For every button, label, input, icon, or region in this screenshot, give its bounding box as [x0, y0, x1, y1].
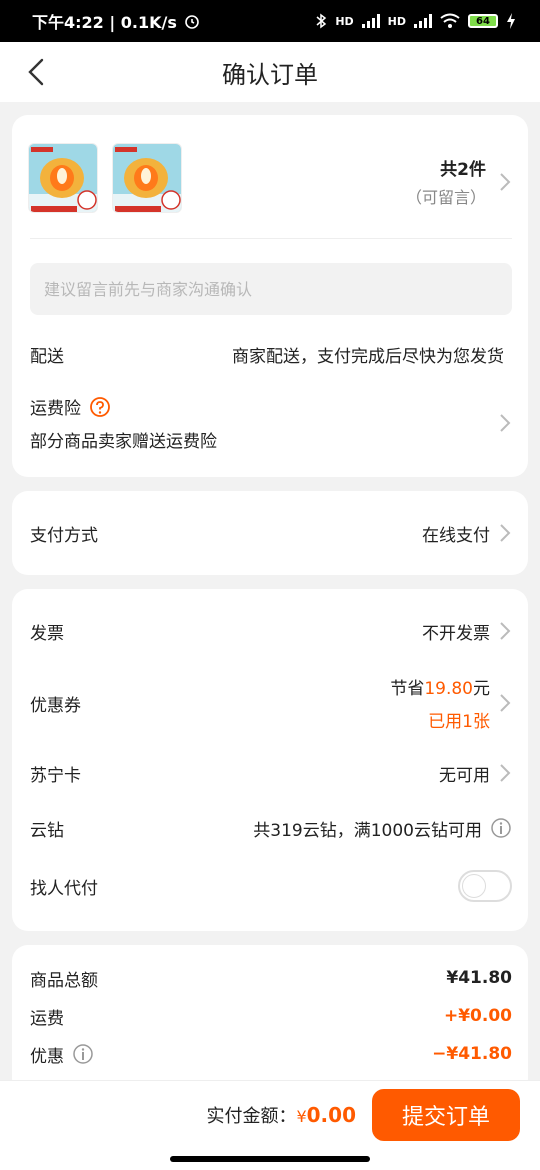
invoice-row[interactable]: 发票 不开发票 — [30, 617, 512, 645]
item-count[interactable]: 共2件 （可留言） — [406, 155, 512, 208]
coupon-label: 优惠券 — [30, 695, 81, 716]
bluetooth-icon — [316, 13, 327, 29]
pay-for-me-row: 找人代付 — [30, 869, 512, 903]
chevron-right-icon — [500, 172, 511, 191]
battery-icon: 64 — [468, 14, 498, 28]
signal-icon-1 — [361, 14, 380, 28]
goods-total-value: ¥41.80 — [446, 968, 512, 988]
discount-row: 优惠 −¥41.80 — [30, 1041, 512, 1067]
diamond-row: 云钻 共319云钻，满1000云钻可用 — [30, 814, 512, 842]
item-count-label: 共2件 — [440, 160, 486, 180]
status-time: 下午4:22 | 0.1K/s — [32, 13, 177, 32]
submit-order-button[interactable]: 提交订单 — [372, 1088, 520, 1141]
order-note-input[interactable] — [30, 263, 512, 315]
pay-amount: ¥0.00 — [296, 1103, 356, 1127]
shipping-label: 运费 — [30, 1008, 64, 1029]
product-image — [29, 144, 97, 212]
suning-card-label: 苏宁卡 — [30, 765, 81, 786]
diamond-value: 共319云钻，满1000云钻可用 — [253, 820, 482, 841]
invoice-value: 不开发票 — [422, 623, 490, 644]
chevron-right-icon — [500, 622, 511, 640]
delivery-label: 配送 — [30, 346, 64, 367]
insurance-label: 运费险 — [30, 399, 81, 419]
chevron-right-icon — [500, 524, 511, 542]
product-thumbnail[interactable] — [28, 143, 98, 213]
payment-method-value: 在线支付 — [422, 525, 490, 546]
discount-label: 优惠 — [30, 1046, 64, 1067]
page-header: 确认订单 — [0, 42, 540, 102]
chevron-right-icon — [500, 694, 511, 712]
pay-amount-label: 实付金额： — [206, 1105, 297, 1127]
product-image — [113, 144, 181, 212]
chevron-right-icon — [500, 414, 511, 432]
hd-label-2: HD — [387, 14, 406, 28]
goods-total-row: 商品总额 ¥41.80 — [30, 965, 512, 991]
goods-total-label: 商品总额 — [30, 970, 98, 991]
coupon-used: 已用1张 — [428, 712, 490, 732]
pay-for-me-label: 找人代付 — [30, 878, 98, 899]
insurance-row[interactable]: 运费险 部分商品卖家赠送运费险 — [30, 391, 512, 455]
order-card: 共2件 （可留言） 配送 商家配送，支付完成后尽快为您发货 运费险 部分商品卖家… — [12, 115, 528, 477]
invoice-label: 发票 — [30, 623, 64, 644]
toggle-knob — [462, 874, 486, 898]
delivery-row: 配送 商家配送，支付完成后尽快为您发货 — [30, 341, 512, 367]
pay-currency: ¥ — [296, 1106, 307, 1126]
coupon-save-suffix: 元 — [473, 679, 490, 699]
diamond-label: 云钻 — [30, 820, 64, 841]
options-card: 发票 不开发票 优惠券 节省19.80元 已用1张 苏宁卡 无可用 云钻 共31… — [12, 589, 528, 931]
divider — [30, 238, 512, 239]
signal-icon-2 — [414, 14, 432, 28]
insurance-desc: 部分商品卖家赠送运费险 — [30, 432, 217, 452]
payment-method-row[interactable]: 支付方式 在线支付 — [30, 519, 512, 547]
charging-icon — [507, 13, 515, 29]
wifi-icon — [440, 13, 460, 28]
suning-card-value: 无可用 — [439, 765, 490, 786]
pay-amount-value: 0.00 — [306, 1102, 356, 1127]
page-title: 确认订单 — [222, 60, 318, 89]
help-icon[interactable] — [89, 396, 111, 418]
pay-for-me-toggle[interactable] — [458, 870, 512, 902]
payment-card: 支付方式 在线支付 — [12, 491, 528, 575]
home-indicator — [0, 1148, 540, 1170]
payment-method-label: 支付方式 — [30, 525, 98, 546]
hd-label-1: HD — [335, 14, 354, 28]
summary-card: 商品总额 ¥41.80 运费 +¥0.00 优惠 −¥41.80 — [12, 945, 528, 1095]
chevron-right-icon — [500, 764, 511, 782]
info-icon[interactable] — [490, 817, 512, 839]
info-icon[interactable] — [72, 1043, 94, 1065]
coupon-row[interactable]: 优惠券 节省19.80元 已用1张 — [30, 673, 512, 733]
back-arrow-icon[interactable] — [22, 56, 54, 88]
home-indicator-pill[interactable] — [170, 1156, 370, 1162]
coupon-save-prefix: 节省 — [390, 679, 425, 699]
coupon-save-amount: 19.80 — [424, 679, 473, 699]
product-thumbnail[interactable] — [112, 143, 182, 213]
alarm-icon — [185, 15, 199, 29]
discount-value: −¥41.80 — [432, 1044, 512, 1064]
coupon-savings: 节省19.80元 — [390, 674, 490, 699]
item-count-sub: （可留言） — [405, 188, 486, 207]
checkout-bar: 实付金额： ¥0.00 提交订单 — [0, 1080, 540, 1148]
shipping-row: 运费 +¥0.00 — [30, 1003, 512, 1029]
status-bar: 下午4:22 | 0.1K/s HD HD 64 — [0, 0, 540, 42]
delivery-value: 商家配送，支付完成后尽快为您发货 — [232, 346, 504, 367]
shipping-value: +¥0.00 — [443, 1006, 512, 1026]
suning-card-row[interactable]: 苏宁卡 无可用 — [30, 759, 512, 787]
